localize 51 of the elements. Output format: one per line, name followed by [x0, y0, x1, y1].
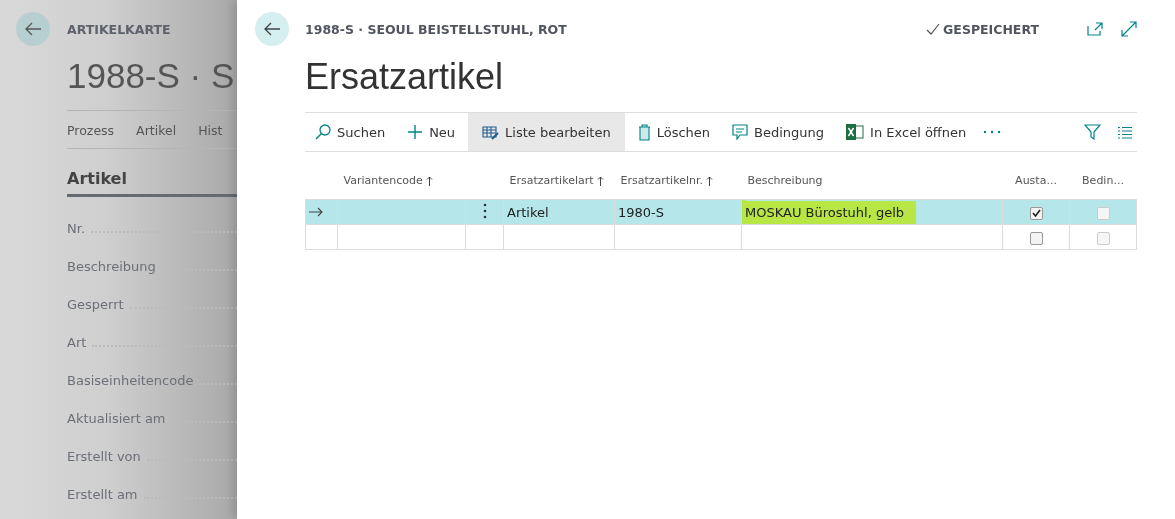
column-header[interactable]: Austa... — [1015, 174, 1057, 187]
column-header[interactable]: Ersatzartikelnr. — [620, 174, 713, 187]
back-button[interactable] — [255, 12, 289, 46]
edit-action-button[interactable]: Liste bearbeiten — [468, 113, 625, 151]
checkbox[interactable] — [1029, 231, 1043, 245]
table-cell: Artikel — [507, 204, 549, 220]
delete-action-button[interactable]: Löschen — [628, 113, 720, 151]
dialog-caption: 1988-S · SEOUL BEISTELLSTUHL, ROT — [305, 21, 568, 37]
field-label: Aktualisiert am — [67, 411, 166, 426]
column-header[interactable]: Beschreibung — [747, 174, 823, 187]
table-cell: MOSKAU Bürostuhl, gelb — [742, 200, 917, 224]
column-header[interactable]: Ersatzartikelart — [509, 174, 604, 187]
save-status: GESPEICHERT — [943, 21, 1039, 37]
dialog-title: Ersatzartikel — [305, 56, 505, 99]
comment-icon — [732, 124, 749, 140]
trash-icon — [637, 123, 651, 141]
plus-icon — [407, 124, 424, 140]
field-label: Erstellt von — [67, 449, 141, 464]
excel-action-button[interactable]: In Excel öffnen — [837, 113, 976, 151]
new-action-button[interactable]: Neu — [398, 113, 465, 151]
filter-icon[interactable] — [1084, 124, 1101, 140]
page-caption: ARTIKELKARTE — [67, 21, 171, 37]
checkmark-icon — [926, 23, 941, 35]
back-button[interactable] — [16, 12, 50, 46]
expand-icon[interactable] — [1121, 21, 1137, 37]
field-label: Art — [67, 335, 87, 350]
search-icon — [315, 124, 331, 140]
column-header[interactable]: Variantencode — [343, 174, 433, 187]
more-options-icon[interactable] — [983, 130, 1002, 134]
tab[interactable]: Prozess — [67, 123, 115, 138]
search-action-button[interactable]: Suchen — [305, 113, 395, 151]
column-header[interactable]: Bedin... — [1082, 174, 1124, 187]
field-label: Beschreibung — [67, 259, 156, 274]
tab[interactable]: Artikel — [136, 123, 177, 138]
current-row-arrow-icon — [309, 206, 323, 217]
field-label: Erstellt am — [67, 487, 138, 502]
comment-action-button[interactable]: Bedingung — [723, 113, 834, 151]
field-label: Basiseinheitencode — [67, 373, 194, 388]
page-title: 1988-S · S — [67, 56, 236, 96]
checkbox[interactable] — [1029, 206, 1043, 220]
open-in-new-window-icon[interactable] — [1087, 22, 1103, 36]
back-arrow-icon — [24, 22, 42, 36]
list-view-icon[interactable] — [1117, 125, 1133, 139]
table-cell: 1980-S — [618, 204, 665, 220]
edit-list-icon — [482, 124, 500, 140]
field-label: Gesperrt — [67, 297, 124, 312]
spreadsheet-icon — [846, 124, 865, 140]
back-arrow-icon — [263, 22, 281, 36]
row-menu-icon[interactable] — [482, 202, 487, 219]
table-row[interactable]: Artikel 1980-S MOSKAU Bürostuhl, gelb — [305, 199, 1137, 225]
field-label: Nr. — [67, 221, 85, 236]
